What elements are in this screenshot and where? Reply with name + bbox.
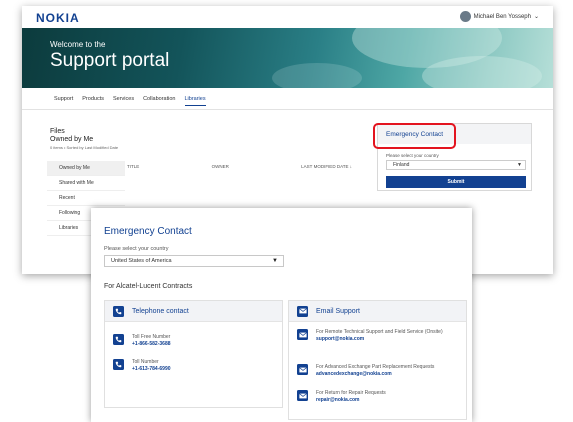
chevron-down-icon: ▼	[517, 162, 522, 168]
nav-services[interactable]: Services	[113, 96, 134, 102]
chevron-down-icon: ⌄	[533, 14, 539, 20]
nav-support[interactable]: Support	[54, 96, 73, 102]
widget-country-value: Finland	[393, 162, 410, 168]
files-header: Files Owned by Me 0 items • Sorted by La…	[50, 128, 118, 152]
user-name: Michael Ben Yosseph	[473, 13, 531, 20]
country-value: United States of America	[111, 258, 172, 264]
phone-icon	[113, 359, 124, 370]
telephone-card: Telephone contact Toll Free Number +1-86…	[104, 300, 283, 408]
hero-banner: Welcome to the Support portal	[22, 28, 553, 88]
portal-nav: Support Products Services Collaboration …	[22, 88, 553, 110]
phone-icon	[113, 305, 124, 317]
email-card: Email Support For Remote Technical Suppo…	[288, 300, 467, 420]
telephone-card-header: Telephone contact	[105, 301, 282, 322]
stage: NOKIA Michael Ben Yosseph ⌄ Welcome to t…	[0, 0, 573, 422]
email-label: For Return for Repair Requests	[316, 390, 386, 396]
email-address[interactable]: support@nokia.com	[316, 336, 456, 343]
nav-libraries[interactable]: Libraries	[184, 96, 206, 106]
nav-products[interactable]: Products	[82, 96, 104, 102]
phone-icon	[113, 334, 124, 345]
list-item: For Advanced Exchange Part Replacement R…	[297, 364, 466, 377]
list-item: For Remote Technical Support and Field S…	[297, 329, 456, 342]
column-last-modified[interactable]: LAST MODIFIED DATE ↓	[301, 164, 352, 169]
email-icon	[297, 305, 308, 317]
highlight-outline	[373, 123, 456, 149]
hero-wave-shape	[422, 56, 542, 88]
user-menu[interactable]: Michael Ben Yosseph ⌄	[459, 11, 539, 22]
list-item: Toll Free Number +1-866-582-3688	[113, 334, 171, 347]
nokia-logo[interactable]: NOKIA	[36, 11, 80, 25]
files-label: Files	[50, 128, 65, 135]
phone-label: Toll Free Number	[132, 334, 171, 340]
email-entry: For Advanced Exchange Part Replacement R…	[316, 364, 466, 377]
list-item: Toll Number +1-613-784-6990	[113, 359, 171, 372]
email-label: For Remote Technical Support and Field S…	[316, 329, 443, 335]
email-icon	[297, 329, 308, 340]
email-card-header: Email Support	[289, 301, 466, 322]
email-entry: For Return for Repair Requests repair@no…	[316, 390, 386, 403]
list-item: For Return for Repair Requests repair@no…	[297, 390, 386, 403]
widget-country-label: Please select your country	[386, 153, 439, 158]
panel-title: Emergency Contact	[104, 226, 192, 237]
email-icon	[297, 390, 308, 401]
phone-number[interactable]: +1-613-784-6990	[132, 366, 171, 373]
emergency-contact-panel: Emergency Contact Please select your cou…	[91, 208, 472, 422]
phone-number[interactable]: +1-866-582-3688	[132, 341, 171, 348]
files-table-header: TITLE OWNER LAST MODIFIED DATE ↓	[127, 164, 352, 169]
user-avatar-icon	[459, 11, 471, 22]
widget-country-select[interactable]: Finland ▼	[386, 160, 526, 170]
hero-title: Support portal	[50, 50, 170, 71]
email-icon	[297, 364, 308, 375]
section-title: For Alcatel-Lucent Contracts	[104, 283, 193, 290]
files-sort-info: 0 items • Sorted by Last Modified Date	[50, 145, 119, 150]
hero-text: Welcome to the Support portal	[50, 40, 169, 72]
email-card-title: Email Support	[316, 307, 360, 315]
email-address[interactable]: advancedexchange@nokia.com	[316, 371, 466, 378]
nav-collaboration[interactable]: Collaboration	[143, 96, 175, 102]
phone-entry: Toll Number +1-613-784-6990	[132, 359, 171, 372]
column-title[interactable]: TITLE	[127, 164, 139, 169]
hero-wave-shape	[272, 63, 362, 88]
files-title: Owned by Me	[50, 136, 94, 143]
chevron-down-icon: ▼	[272, 258, 278, 264]
hero-subtitle: Welcome to the	[50, 40, 106, 49]
sidebar-item-shared-with-me[interactable]: Shared with Me	[47, 176, 125, 191]
country-label: Please select your country	[104, 246, 169, 252]
email-entry: For Remote Technical Support and Field S…	[316, 329, 456, 342]
telephone-card-title: Telephone contact	[132, 307, 189, 315]
phone-entry: Toll Free Number +1-866-582-3688	[132, 334, 171, 347]
submit-button[interactable]: Submit	[386, 176, 526, 188]
column-owner[interactable]: OWNER	[212, 164, 229, 169]
portal-header: NOKIA Michael Ben Yosseph ⌄	[22, 6, 553, 28]
sidebar-item-recent[interactable]: Recent	[47, 191, 125, 206]
email-address[interactable]: repair@nokia.com	[316, 397, 386, 404]
sidebar-item-owned-by-me[interactable]: Owned by Me	[47, 161, 125, 176]
country-select[interactable]: United States of America ▼	[104, 255, 284, 267]
